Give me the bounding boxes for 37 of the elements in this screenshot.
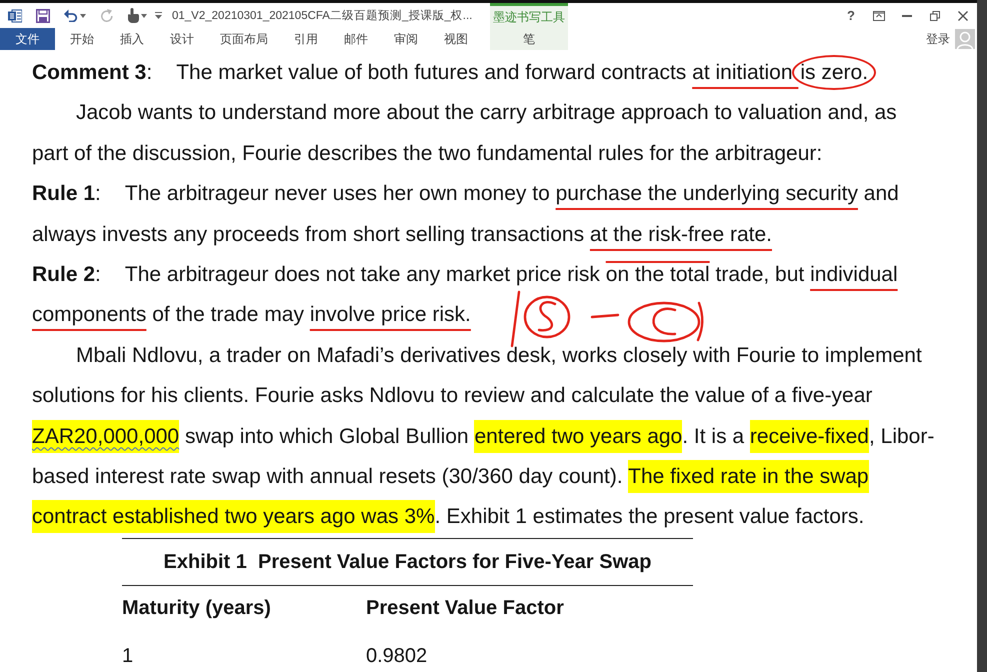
close-icon (958, 10, 968, 20)
ribbon-tab[interactable]: 视图 (431, 28, 481, 50)
contextual-tab-group: 墨迹书写工具 (490, 3, 568, 28)
paragraph: Jacob wants to understand more about the carry arbitrage approach to valuation and, as part of the discussion, Fourie describes the two fundamental rules for the arbitrageur: (32, 100, 898, 167)
save-button[interactable] (36, 8, 50, 24)
file-tab[interactable]: 文件 (0, 28, 55, 50)
ribbon-tab[interactable]: 设计 (157, 28, 207, 50)
ribbon-display-icon (873, 10, 885, 20)
ribbon-tab[interactable]: 笔 (490, 28, 568, 50)
table-header-cell-text: Present Value Factor (366, 596, 565, 621)
exhibit-title: Exhibit 1 Present Value Factors for Five-Year Swap (122, 538, 693, 586)
window-title: 01_V2_20210301_202105CFA二级百题预测_授课版_权... (172, 8, 472, 23)
sign-in-link[interactable]: 登录 (926, 30, 950, 48)
save-icon (36, 8, 50, 22)
ribbon-tab[interactable]: 页面布局 (207, 28, 281, 50)
table-cell-text: 0.9802 (366, 644, 428, 669)
undo-button[interactable] (64, 8, 86, 24)
help-button[interactable]: ? (837, 4, 865, 26)
ribbon-tab[interactable]: 审阅 (381, 28, 431, 50)
ribbon-tab[interactable]: 插入 (107, 28, 157, 50)
customize-menu-icon (155, 12, 162, 19)
restore-icon (930, 10, 940, 20)
ribbon-tab[interactable]: 开始 (57, 28, 107, 50)
minimize-icon (902, 14, 912, 16)
table-header-cell-text: Maturity (years) (122, 596, 272, 621)
table-cell-text: 1 (122, 644, 134, 669)
touch-button[interactable] (127, 8, 147, 24)
document-app-icon (8, 8, 22, 22)
ribbon-tab[interactable]: 引用 (281, 28, 331, 50)
ribbon-tab[interactable]: 邮件 (331, 28, 381, 50)
paragraph: Comment 3: The market value of both futures and forward contracts at initiation is zero. (32, 53, 977, 94)
paragraph: Mbali Ndlovu, a trader on Mafadi’s derivatives desk, works closely with Fourie to implement solutions for his clients. Fourie asks Ndlovu to review and calculate the value of a five-year ZAR20,000,000 swap into which Global Bullion entered two years ago. It is a receive-fixed, Libor- based interest rate swap with annual resets (30/360 day count). The fixed rate in the swap contract established two years ago was 3%. Exhibit 1 estimates the present value factors. (32, 336, 977, 538)
undo-icon (64, 9, 78, 22)
redo-icon (100, 9, 113, 22)
paragraph: Rule 2: The arbitrageur does not take any market price risk on the total trade, but individual components of the trade may involve price risk. (32, 262, 899, 328)
hand-pointer-icon (127, 8, 139, 23)
paragraph: Rule 1: The arbitrageur never uses her own money to purchase the underlying security and always invests any proceeds from short selling transactions at the risk-free rate. (32, 181, 900, 248)
